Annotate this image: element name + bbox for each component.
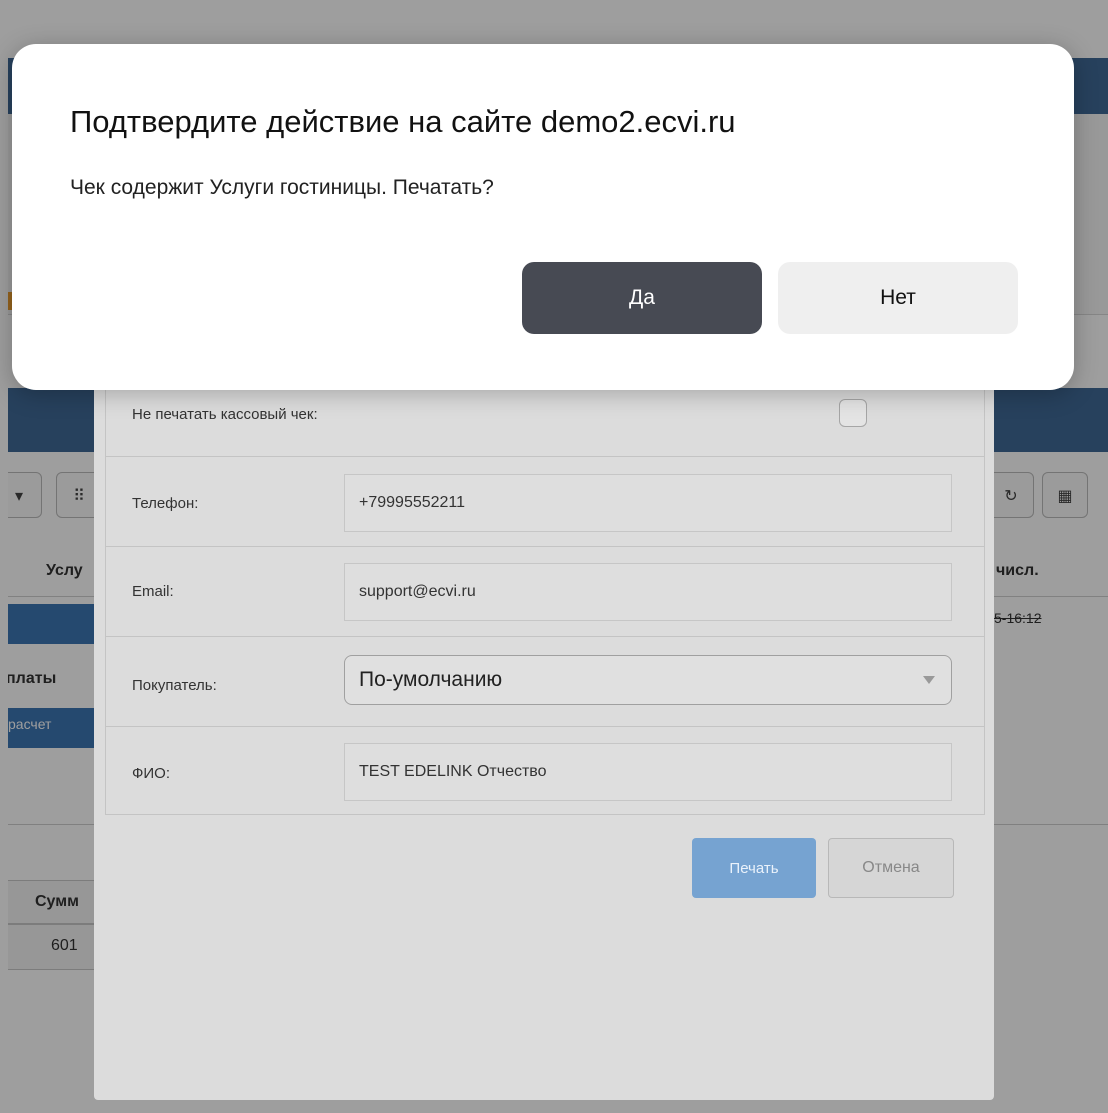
buyer-row: Покупатель: По-умолчанию	[105, 637, 985, 727]
confirm-no-button[interactable]: Нет	[778, 262, 1018, 334]
no-print-label: Не печатать кассовый чек:	[132, 406, 318, 423]
email-row: Email: support@ecvi.ru	[105, 547, 985, 637]
fio-row: ФИО: TEST EDELINK Отчество	[105, 727, 985, 815]
confirm-yes-button[interactable]: Да	[522, 262, 762, 334]
chevron-down-icon	[923, 676, 935, 684]
print-receipt-dialog: Не печатать кассовый чек: Телефон: +7999…	[94, 380, 994, 1100]
cancel-button[interactable]: Отмена	[828, 838, 954, 898]
phone-row: Телефон: +79995552211	[105, 457, 985, 547]
confirm-message: Чек содержит Услуги гостиницы. Печатать?	[70, 176, 494, 199]
buyer-select-value: По-умолчанию	[359, 668, 503, 691]
confirm-dialog: Подтвердите действие на сайте demo2.ecvi…	[12, 44, 1074, 390]
buyer-label: Покупатель:	[132, 677, 217, 694]
phone-label: Телефон:	[132, 495, 199, 512]
buyer-select[interactable]: По-умолчанию	[344, 655, 952, 705]
email-label: Email:	[132, 583, 174, 600]
confirm-title: Подтвердите действие на сайте demo2.ecvi…	[70, 104, 736, 139]
fio-label: ФИО:	[132, 765, 171, 782]
print-button[interactable]: Печать	[692, 838, 816, 898]
phone-input[interactable]: +79995552211	[344, 474, 952, 532]
no-print-checkbox[interactable]	[839, 399, 867, 427]
fio-input[interactable]: TEST EDELINK Отчество	[344, 743, 952, 801]
email-input[interactable]: support@ecvi.ru	[344, 563, 952, 621]
no-print-row: Не печатать кассовый чек:	[105, 380, 985, 457]
